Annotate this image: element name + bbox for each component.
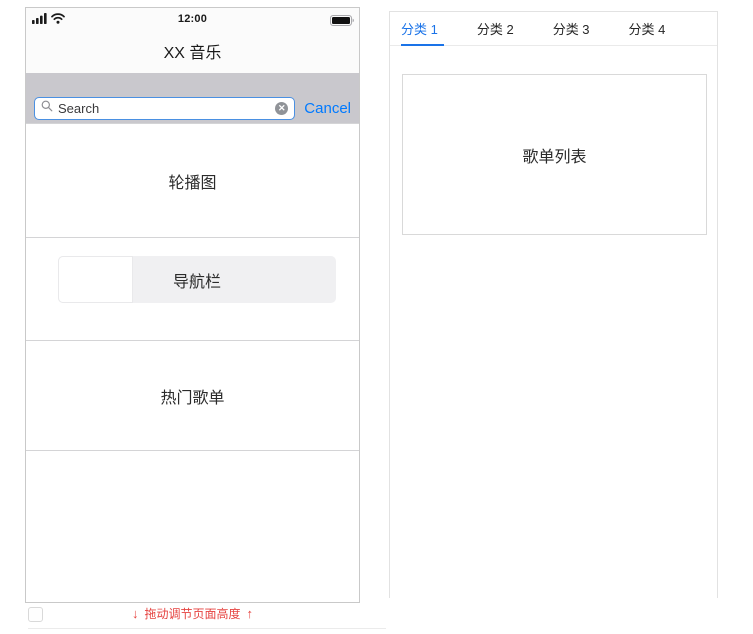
category-tabbar: 分类 1 分类 2 分类 3 分类 4 bbox=[390, 12, 717, 46]
category-panel: 分类 1 分类 2 分类 3 分类 4 歌单列表 bbox=[389, 11, 718, 598]
tab-category-2[interactable]: 分类 2 bbox=[477, 12, 520, 45]
tab-category-3[interactable]: 分类 3 bbox=[553, 12, 596, 45]
empty-placeholder bbox=[26, 451, 359, 602]
hot-playlists-label: 热门歌单 bbox=[160, 389, 225, 407]
status-time: 12:00 bbox=[177, 13, 208, 25]
phone-mockup: 12:00 XX 音乐 ✕ Cancel 轮播图 导航 bbox=[25, 7, 360, 603]
arrow-down-icon: ↓ bbox=[131, 605, 139, 621]
arrow-up-icon: ↑ bbox=[246, 605, 254, 621]
nav-label: 导航栏 bbox=[172, 273, 221, 291]
drag-hint-label: 拖动调节页面高度 bbox=[144, 606, 241, 621]
hot-playlists-placeholder: 热门歌单 bbox=[26, 340, 359, 451]
tab-category-4[interactable]: 分类 4 bbox=[629, 12, 672, 45]
search-input[interactable] bbox=[58, 100, 271, 116]
tab-category-1[interactable]: 分类 1 bbox=[401, 12, 444, 46]
divider bbox=[28, 628, 386, 629]
nav-segmented-control[interactable]: 导航栏 bbox=[58, 256, 336, 303]
nav-segment-selected[interactable] bbox=[58, 256, 133, 303]
page-title: XX 音乐 bbox=[26, 29, 359, 73]
playlist-list-placeholder: 歌单列表 bbox=[402, 74, 707, 235]
clear-icon[interactable]: ✕ bbox=[275, 101, 289, 115]
carousel-placeholder: 轮播图 bbox=[26, 123, 359, 238]
drag-height-handle[interactable]: ↓ 拖动调节页面高度 ↑ bbox=[25, 604, 360, 622]
status-bar: 12:00 bbox=[26, 8, 359, 29]
cancel-button[interactable]: Cancel bbox=[304, 100, 351, 117]
search-icon bbox=[41, 99, 53, 117]
playlist-list-label: 歌单列表 bbox=[522, 148, 587, 166]
carousel-label: 轮播图 bbox=[168, 174, 217, 192]
search-field[interactable]: ✕ bbox=[34, 96, 296, 120]
search-bar-container: ✕ Cancel bbox=[26, 73, 359, 123]
